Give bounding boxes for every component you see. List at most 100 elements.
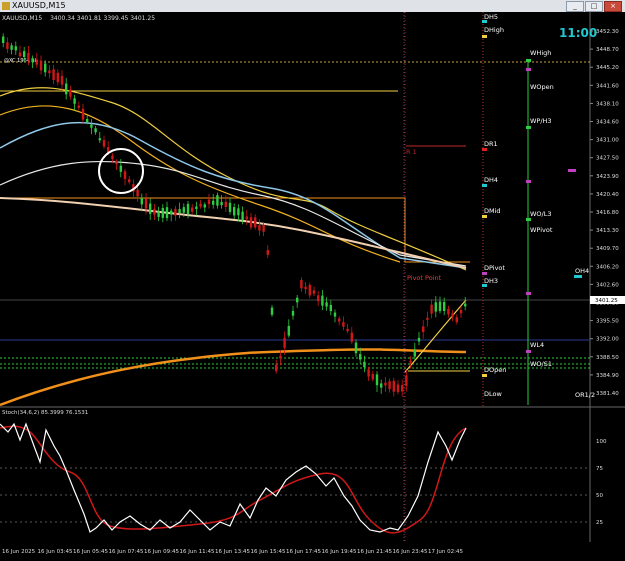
label-dh3: DH3 [484, 277, 498, 285]
candle-body [174, 208, 177, 216]
candle-body [86, 119, 89, 123]
candle-body [115, 161, 118, 165]
candle-body [73, 98, 76, 104]
candle-body [182, 207, 185, 213]
candle-body [216, 195, 219, 206]
candle-body [375, 374, 379, 386]
candle-body [23, 51, 26, 58]
candle-body [27, 52, 30, 61]
candle-body [329, 304, 332, 312]
label-r1: R 1 [406, 148, 417, 156]
candle-body [2, 36, 5, 44]
candle-body [321, 295, 324, 306]
price-tick-label: 3388.50 [596, 355, 619, 361]
candle-body [371, 373, 374, 380]
label-dpivot: DPivot [484, 264, 505, 272]
price-tick-label: 3416.80 [596, 210, 619, 216]
candle-body [6, 42, 9, 49]
candle-body [207, 199, 211, 205]
candle-body [359, 354, 362, 360]
candle-body [422, 326, 425, 332]
candle-body [438, 301, 442, 312]
candle-body [388, 381, 391, 390]
price-tick-label: 3406.20 [596, 264, 619, 270]
candle-body [270, 307, 274, 315]
time-tick-label: 16 Jun 2025 [2, 549, 36, 555]
candle-body [65, 83, 68, 95]
chart-svg[interactable]: XAUUSD,M15 3400.34 3401.81 3399.45 3401.… [0, 12, 625, 553]
candle-body [52, 69, 55, 80]
candle-body [10, 45, 13, 50]
candle-body [144, 198, 148, 209]
price-tick-label: 3434.60 [596, 120, 619, 126]
candle-body [367, 369, 370, 377]
time-axis-bar: 16 Jun 2025 16 Jun 03:45 16 Jun 05:45 16 Ju… [0, 542, 625, 555]
candle-body [149, 203, 152, 214]
candle-body [153, 208, 156, 215]
candle-body [220, 201, 223, 206]
price-tick-label: 3392.00 [596, 337, 619, 343]
candle-body [241, 211, 244, 221]
candle-body [426, 317, 429, 320]
candle-body [98, 138, 101, 141]
time-tick-label: 17 Jun 02:45 [428, 549, 463, 555]
label-dh5: DH5 [484, 13, 498, 21]
candle-body [170, 210, 173, 215]
price-tick-label: 3423.90 [596, 174, 619, 180]
candle-body [199, 203, 202, 207]
candle-body [333, 312, 337, 317]
chart-app-icon [2, 2, 10, 10]
candle-body [254, 217, 257, 228]
label-dhigh: DHigh [484, 26, 504, 34]
candle-body [119, 165, 122, 172]
candle-body [111, 155, 114, 160]
candle-body [296, 297, 299, 303]
candle-body [157, 211, 160, 217]
candle-body [44, 63, 47, 73]
candle-body [245, 216, 248, 220]
label-dopen: DOpen [484, 366, 506, 374]
candle-body [178, 209, 181, 214]
candle-body [279, 355, 282, 359]
candle-body [459, 309, 463, 314]
label-pivot-point: Pivot Point [407, 274, 442, 282]
price-tick-label: 3445.20 [596, 65, 619, 71]
chart-area[interactable]: XAUUSD,M15 3400.34 3401.81 3399.45 3401.… [0, 12, 625, 553]
minimize-button[interactable]: _ [566, 1, 584, 12]
time-tick-label: 16 Jun 07:45 [109, 549, 144, 555]
candle-body [35, 59, 38, 65]
price-tick-label: 3448.70 [596, 47, 619, 53]
candle-body [48, 70, 51, 74]
candle-body [392, 380, 395, 392]
candle-body [203, 204, 206, 208]
candle-body [60, 75, 64, 85]
candle-body [39, 60, 43, 71]
price-tick-label: 3395.50 [596, 319, 619, 325]
candle-body [447, 308, 450, 315]
stoch-label: Stoch(34,6,2) 85.3999 76.1531 [2, 410, 88, 416]
price-tick-label: 3420.40 [596, 192, 619, 198]
candle-body [90, 124, 93, 128]
time-axis: 16 Jun 2025 16 Jun 03:45 16 Jun 05:45 16 Ju… [2, 549, 463, 555]
time-tick-label: 16 Jun 05:45 [73, 549, 108, 555]
stoch-tick-label: 25 [596, 520, 603, 526]
maximize-button[interactable]: □ [585, 1, 603, 12]
candle-body [464, 303, 467, 307]
candle-body [417, 337, 421, 342]
candle-body [94, 128, 97, 133]
candle-body [224, 201, 227, 207]
time-tick-label: 16 Jun 09:45 [144, 549, 179, 555]
symbol-label: XAUUSD,M15 3400.34 3401.81 3399.45 3401.… [2, 15, 155, 22]
indicator-tag: @XC 1964 al [4, 58, 36, 64]
candle-body [161, 207, 164, 218]
candle-body [413, 349, 416, 357]
close-button[interactable]: × [604, 1, 622, 12]
time-tick-label: 16 Jun 13:45 [215, 549, 250, 555]
time-tick-label: 16 Jun 21:45 [357, 549, 392, 555]
candle-body [384, 382, 387, 386]
candle-body [430, 304, 433, 314]
candle-body [14, 46, 17, 51]
label-dmid: DMid [484, 207, 501, 215]
price-tick-label: 3413.30 [596, 228, 619, 234]
candle-body [237, 208, 240, 216]
